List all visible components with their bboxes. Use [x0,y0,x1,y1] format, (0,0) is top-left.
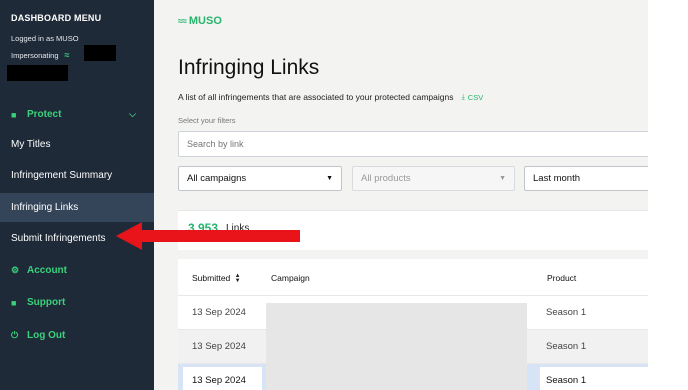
filter-label: Select your filters [178,116,236,125]
page-title: Infringing Links [178,56,320,79]
caret-down-icon: ▼ [499,175,506,182]
shield-icon: ■ [11,109,17,120]
sidebar-item-infringement-summary[interactable]: Infringement Summary [0,161,154,190]
muso-logo-icon: ≈≈ [178,16,187,26]
column-header-label: Submitted [192,273,231,283]
logged-in-text: Logged in as MUSO [11,34,79,43]
sidebar-item-protect[interactable]: ■ Protect ⌵ [0,100,154,129]
sidebar-item-label: Support [27,297,66,308]
product-cell: Season 1 [546,307,587,318]
download-icon: ⤓ [461,92,465,101]
redacted-campaign-column [266,303,527,390]
impersonating-label: Impersonating [11,50,59,60]
muso-mini-logo-icon: ≈ [64,50,70,60]
product-select: All products ▼ [352,166,515,191]
muso-logo[interactable]: ≈≈ MUSO [178,15,222,27]
campaign-select-value: All campaigns [187,173,247,184]
sidebar-item-my-titles[interactable]: My Titles [0,130,154,159]
sidebar-item-label: Account [27,265,67,276]
redacted-block [7,65,68,81]
caret-down-icon: ▼ [326,175,333,182]
submitted-cell: 13 Sep 2024 [192,375,246,386]
column-header-product[interactable]: Product [547,273,576,283]
sidebar: DASHBOARD MENU Logged in as MUSO Imperso… [0,0,154,390]
sidebar-item-account[interactable]: ⚙ Account [0,256,154,285]
gear-icon: ⚙ [11,265,20,275]
sidebar-item-label: Infringing Links [11,202,79,213]
sidebar-item-infringing-links[interactable]: Infringing Links [0,193,154,222]
subtitle-text: A list of all infringements that are ass… [178,92,454,102]
logo-text: MUSO [188,15,222,27]
page-subtitle: A list of all infringements that are ass… [178,92,483,102]
redacted-block [84,45,116,61]
chat-icon: ■ [11,297,17,308]
submitted-cell: 13 Sep 2024 [192,341,246,352]
period-select[interactable]: Last month [524,166,654,191]
sidebar-item-support[interactable]: ■ Support [0,288,154,317]
csv-label: CSV [467,92,484,102]
links-table: Submitted ▲ ▼ Campaign Product 13 Sep 202… [178,259,648,390]
sidebar-item-label: Protect [27,109,62,120]
page-edge [648,0,688,390]
sort-icon[interactable]: ▲ ▼ [235,273,241,284]
annotation-arrow-icon [116,222,300,250]
sidebar-item-label: Submit Infringements [11,233,106,244]
sidebar-title: DASHBOARD MENU [11,13,102,23]
campaign-select[interactable]: All campaigns ▼ [178,166,342,191]
sidebar-item-label: Infringement Summary [11,170,113,181]
sidebar-item-log-out[interactable]: ⏻ Log Out [0,321,154,350]
csv-download-link[interactable]: ⤓ CSV [461,92,483,102]
power-icon: ⏻ [11,330,19,340]
main-content: ≈≈ MUSO Infringing Links A list of all i… [154,0,654,390]
product-cell: Season 1 [546,375,587,386]
search-input[interactable] [178,131,653,157]
impersonating-text: Impersonating ≈ [11,50,69,60]
arrow-shape [116,222,300,250]
chevron-down-icon: ⌵ [129,109,136,119]
submitted-cell: 13 Sep 2024 [192,307,246,318]
product-select-value: All products [361,173,411,184]
sidebar-item-label: Log Out [27,330,66,341]
sidebar-item-label: My Titles [11,139,51,150]
column-header-campaign[interactable]: Campaign [271,273,310,283]
column-header-submitted[interactable]: Submitted ▲ ▼ [192,273,241,284]
period-select-value: Last month [533,173,580,184]
product-cell: Season 1 [546,341,587,352]
